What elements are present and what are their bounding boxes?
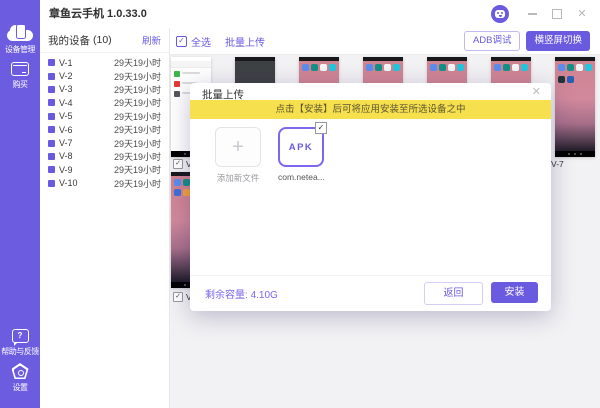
device-remaining-time: 29天19小时	[114, 96, 161, 109]
sidebar-item-settings[interactable]: 设置	[0, 363, 40, 393]
device-remaining-time: 29天19小时	[114, 83, 161, 96]
titlebar-controls: ✕	[491, 0, 588, 28]
capacity-value: 4.10G	[251, 290, 278, 301]
add-file-tile[interactable]: +	[215, 127, 261, 167]
select-all-checkbox[interactable]: ✓	[176, 36, 187, 47]
device-list-item[interactable]: V-2 29天19小时	[40, 69, 169, 82]
device-name: V-7	[551, 159, 564, 169]
help-icon: ?	[12, 329, 29, 343]
plus-icon: +	[232, 136, 244, 159]
device-name: V-7	[59, 138, 73, 148]
device-swatch-icon	[48, 153, 55, 160]
device-list-item[interactable]: V-7 29天19小时	[40, 136, 169, 149]
device-name: V-10	[59, 178, 78, 188]
device-name: V-3	[59, 84, 73, 94]
add-file-label: 添加新文件	[215, 172, 261, 184]
minimize-button[interactable]	[526, 7, 538, 21]
maximize-button[interactable]	[551, 7, 563, 21]
device-name: V-6	[59, 125, 73, 135]
device-remaining-time: 29天19小时	[114, 137, 161, 150]
device-list-item[interactable]: V-1 29天19小时	[40, 56, 169, 69]
batch-upload-modal: 批量上传 ✕ 点击【安装】后可将应用安装至所选设备之中 + APK ✓ 添加新文…	[190, 83, 551, 311]
device-list-item[interactable]: V-6 29天19小时	[40, 123, 169, 136]
device-panel: 我的设备 (10) 刷新 V-1 29天19小时 V-2 29天19小时	[40, 28, 170, 408]
sidebar-item-device-management[interactable]: 设备管理	[0, 24, 40, 55]
device-list-item[interactable]: V-3 29天19小时	[40, 83, 169, 96]
sidebar: 设备管理 购买 ? 帮助与反馈 设置	[0, 0, 40, 408]
batch-upload-link[interactable]: 批量上传	[225, 34, 265, 49]
apk-file-tile[interactable]: APK ✓	[278, 127, 324, 167]
titlebar: 章鱼云手机 1.0.33.0 ✕	[40, 0, 600, 29]
toolbar: ✓ 全选 批量上传 ADB调试 横竖屏切换	[170, 28, 600, 55]
select-all-label[interactable]: 全选	[191, 34, 211, 49]
device-swatch-icon	[48, 59, 55, 66]
maximize-icon	[552, 9, 562, 19]
device-checkbox[interactable]: ✓	[173, 159, 183, 169]
device-remaining-time: 29天19小时	[114, 163, 161, 176]
app-window: 设备管理 购买 ? 帮助与反馈 设置 章鱼云手机 1.0.33.0 ✕ ✓ 全选	[0, 0, 600, 408]
device-swatch-icon	[48, 126, 55, 133]
capacity-label: 剩余容量:	[205, 290, 248, 301]
device-list-item[interactable]: V-8 29天19小时	[40, 150, 169, 163]
device-list-item[interactable]: V-5 29天19小时	[40, 110, 169, 123]
refresh-link[interactable]: 刷新	[142, 33, 161, 47]
modal-footer: 剩余容量: 4.10G 返回 安装	[190, 275, 551, 311]
device-swatch-icon	[48, 99, 55, 106]
device-swatch-icon	[48, 140, 55, 147]
device-name: V-2	[59, 71, 73, 81]
device-checkbox[interactable]: ✓	[173, 292, 183, 302]
device-list-item[interactable]: V-10 29天19小时	[40, 177, 169, 190]
device-list-item[interactable]: V-9 29天19小时	[40, 163, 169, 176]
close-icon: ✕	[577, 9, 586, 20]
minimize-icon	[528, 13, 537, 15]
device-name: V-5	[59, 111, 73, 121]
sidebar-item-label: 设置	[0, 382, 40, 393]
device-name: V-4	[59, 98, 73, 108]
apk-file-name: com.netea...	[278, 172, 324, 182]
sidebar-item-label: 购买	[0, 79, 40, 90]
device-swatch-icon	[48, 73, 55, 80]
user-avatar[interactable]	[491, 5, 509, 23]
adb-debug-button[interactable]: ADB调试	[464, 31, 521, 51]
sidebar-item-label: 设备管理	[0, 44, 40, 55]
sidebar-item-help-feedback[interactable]: ? 帮助与反馈	[0, 329, 40, 357]
install-notice: 点击【安装】后可将应用安装至所选设备之中	[190, 100, 551, 119]
device-name: V-9	[59, 165, 73, 175]
wallet-icon	[11, 62, 29, 76]
sidebar-item-label: 帮助与反馈	[0, 346, 40, 357]
cloud-phone-icon	[7, 24, 33, 41]
device-panel-header: 我的设备 (10) 刷新	[40, 28, 169, 53]
device-list: V-1 29天19小时 V-2 29天19小时 V-3 29天19小时	[40, 53, 169, 190]
device-name: V-8	[59, 151, 73, 161]
device-remaining-time: 29天19小时	[114, 56, 161, 69]
device-remaining-time: 29天19小时	[114, 70, 161, 83]
app-title: 章鱼云手机 1.0.33.0	[49, 0, 147, 28]
back-button[interactable]: 返回	[424, 282, 483, 305]
device-count: (10)	[93, 34, 112, 46]
device-panel-title: 我的设备	[48, 33, 90, 48]
apk-badge: APK	[289, 142, 314, 153]
install-button[interactable]: 安装	[491, 282, 538, 303]
device-swatch-icon	[48, 113, 55, 120]
device-remaining-time: 29天19小时	[114, 177, 161, 190]
device-remaining-time: 29天19小时	[114, 150, 161, 163]
device-swatch-icon	[48, 86, 55, 93]
device-swatch-icon	[48, 180, 55, 187]
device-swatch-icon	[48, 166, 55, 173]
device-remaining-time: 29天19小时	[114, 110, 161, 123]
device-name: V-1	[59, 58, 73, 68]
device-list-item[interactable]: V-4 29天19小时	[40, 96, 169, 109]
close-window-button[interactable]: ✕	[576, 7, 588, 21]
apk-checkbox[interactable]: ✓	[315, 122, 327, 134]
orientation-switch-button[interactable]: 横竖屏切换	[526, 31, 590, 51]
device-thumbnail[interactable]	[555, 57, 595, 157]
sidebar-item-buy[interactable]: 购买	[0, 62, 40, 90]
modal-close-icon[interactable]: ✕	[532, 85, 541, 98]
settings-icon	[12, 363, 29, 379]
device-remaining-time: 29天19小时	[114, 123, 161, 136]
